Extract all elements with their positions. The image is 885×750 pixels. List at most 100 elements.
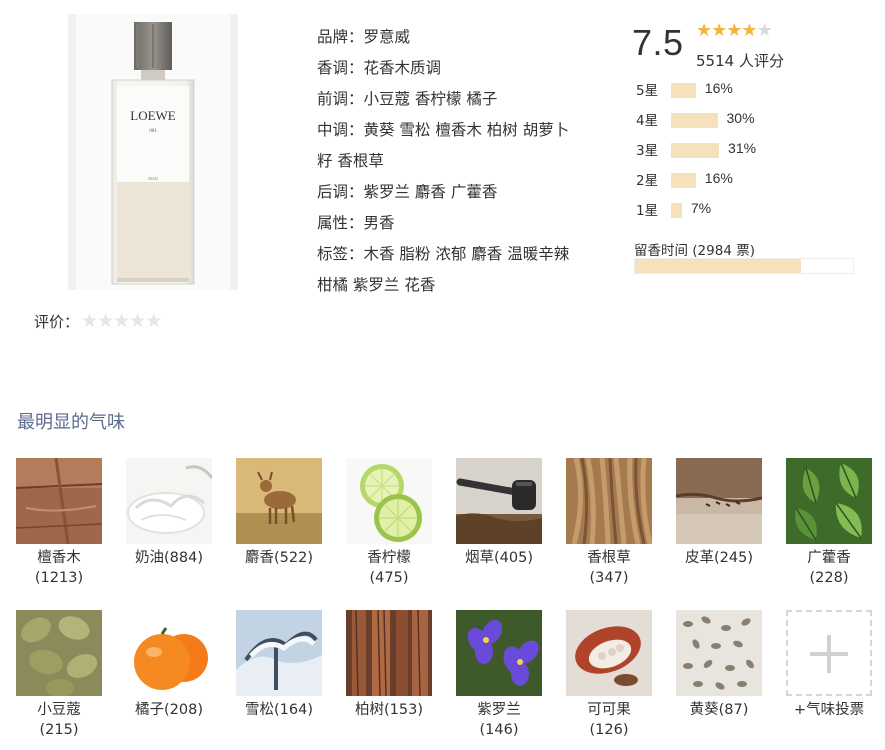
dist-label: 3星	[636, 143, 659, 159]
note-label[interactable]: 香柠檬 (475)	[345, 548, 433, 588]
dist-pct: 31%	[728, 140, 757, 156]
note-card-bergamot[interactable]: 香柠檬 (475)	[345, 458, 433, 588]
note-card-violet-flowers[interactable]: 紫罗兰 (146)	[455, 610, 543, 740]
note-card-sandalwood[interactable]: 檀香木 (1213)	[15, 458, 103, 588]
note-label[interactable]: 雪松(164)	[235, 700, 323, 720]
ambrette-seeds-image[interactable]	[676, 610, 762, 696]
attribute-base-notes[interactable]: 后调：紫罗兰 麝香 广藿香	[317, 177, 602, 208]
cypress-trunks-image[interactable]	[346, 610, 432, 696]
star-empty-icon: ★	[756, 20, 773, 41]
note-card-musk-deer[interactable]: 麝香(522)	[235, 458, 323, 568]
dist-label: 2星	[636, 173, 659, 189]
attribute-gender[interactable]: 属性：男香	[317, 208, 602, 239]
scent-vote-label[interactable]: +气味投票	[785, 700, 873, 720]
dist-bar	[671, 143, 720, 158]
star-icon[interactable]: ★	[113, 312, 130, 331]
cardamom-image[interactable]	[16, 610, 102, 696]
attribute-middle-notes-cont[interactable]: 籽 香根草	[317, 146, 602, 177]
star-icon[interactable]: ★	[97, 312, 114, 331]
attribute-tags-cont[interactable]: 柑橘 紫罗兰 花香	[317, 270, 602, 301]
note-label[interactable]: 柏树(153)	[345, 700, 433, 720]
tobacco-pipe-image[interactable]	[456, 458, 542, 544]
note-label[interactable]: 皮革(245)	[675, 548, 763, 568]
dist-bar	[671, 203, 682, 218]
rating-distribution: 5星 16% 4星 30% 3星 31% 2星 16% 1星 7%	[636, 78, 856, 228]
note-card-leather[interactable]: 皮革(245)	[675, 458, 763, 568]
note-name: 橘子(208)	[135, 702, 203, 718]
note-label[interactable]: 广藿香 (228)	[785, 548, 873, 588]
dist-pct: 30%	[726, 110, 755, 126]
dist-bar	[671, 173, 696, 188]
note-card-cream[interactable]: 奶油(884)	[125, 458, 213, 568]
product-image: LOEWE 001 MAN	[68, 14, 238, 290]
note-card-cedar-snow[interactable]: 雪松(164)	[235, 610, 323, 720]
note-label[interactable]: 小豆蔻 (215)	[15, 700, 103, 740]
bergamot-image[interactable]	[346, 458, 432, 544]
note-count: (347)	[589, 570, 629, 586]
score-value: 7.5	[632, 22, 684, 63]
note-name: 紫罗兰	[477, 702, 521, 718]
note-name: 麝香(522)	[245, 550, 313, 566]
cream-image[interactable]	[126, 458, 212, 544]
note-count: (215)	[39, 722, 79, 738]
perfume-bottle-icon: LOEWE 001 MAN	[111, 22, 195, 285]
note-label[interactable]: 可可果 (126)	[565, 700, 653, 740]
note-card-ambrette-seeds[interactable]: 黄葵(87)	[675, 610, 763, 720]
attribute-top-notes[interactable]: 前调：小豆蔻 香柠檬 橘子	[317, 84, 602, 115]
star-filled-icon: ★	[726, 20, 742, 41]
note-name: 香根草	[587, 550, 631, 566]
note-card-mandarin[interactable]: 橘子(208)	[125, 610, 213, 720]
vetiver-roots-image[interactable]	[566, 458, 652, 544]
cedar-snow-image[interactable]	[236, 610, 322, 696]
user-rating-stars[interactable]: ★ ★ ★ ★ ★	[81, 312, 162, 331]
note-name: 奶油(884)	[135, 550, 203, 566]
note-label[interactable]: 紫罗兰 (146)	[455, 700, 543, 740]
scent-vote-button[interactable]: +气味投票	[785, 610, 873, 720]
patchouli-leaves-image[interactable]	[786, 458, 872, 544]
note-name: 广藿香	[807, 550, 851, 566]
leather-image[interactable]	[676, 458, 762, 544]
note-label[interactable]: 檀香木 (1213)	[15, 548, 103, 588]
note-card-vetiver-roots[interactable]: 香根草 (347)	[565, 458, 653, 588]
dist-pct: 16%	[704, 170, 733, 186]
sandalwood-image[interactable]	[16, 458, 102, 544]
star-icon[interactable]: ★	[81, 312, 98, 331]
note-card-cardamom[interactable]: 小豆蔻 (215)	[15, 610, 103, 740]
note-card-cocoa-pod[interactable]: 可可果 (126)	[565, 610, 653, 740]
note-card-tobacco-pipe[interactable]: 烟草(405)	[455, 458, 543, 568]
dist-pct: 16%	[704, 80, 733, 96]
note-label[interactable]: 奶油(884)	[125, 548, 213, 568]
attribute-tags[interactable]: 标签：木香 脂粉 浓郁 麝香 温暖辛辣	[317, 239, 602, 270]
note-name: 雪松(164)	[245, 702, 313, 718]
note-count: (146)	[479, 722, 519, 738]
note-label[interactable]: 黄葵(87)	[675, 700, 763, 720]
mandarin-image[interactable]	[126, 610, 212, 696]
cocoa-pod-image[interactable]	[566, 610, 652, 696]
dist-bar	[671, 83, 696, 98]
note-label[interactable]: 麝香(522)	[235, 548, 323, 568]
note-count: (1213)	[34, 570, 84, 586]
note-name: 香柠檬	[367, 550, 411, 566]
star-filled-icon: ★	[741, 20, 757, 41]
musk-deer-image[interactable]	[236, 458, 322, 544]
svg-text:MAN: MAN	[148, 176, 157, 181]
note-label[interactable]: 香根草 (347)	[565, 548, 653, 588]
attribute-brand[interactable]: 品牌：罗意威	[317, 22, 602, 53]
dist-label: 5星	[636, 83, 659, 99]
dist-row: 4星 30%	[636, 108, 856, 138]
plus-icon[interactable]	[786, 610, 872, 696]
longevity-bar	[634, 258, 854, 274]
longevity-label: 留香时间 (2984 票)	[634, 243, 755, 259]
note-card-patchouli-leaves[interactable]: 广藿香 (228)	[785, 458, 873, 588]
section-title: 最明显的气味	[17, 412, 125, 433]
violet-flowers-image[interactable]	[456, 610, 542, 696]
note-label[interactable]: 烟草(405)	[455, 548, 543, 568]
note-label[interactable]: 橘子(208)	[125, 700, 213, 720]
star-filled-icon: ★	[711, 20, 727, 41]
note-card-cypress-trunks[interactable]: 柏树(153)	[345, 610, 433, 720]
attribute-middle-notes[interactable]: 中调：黄葵 雪松 檀香木 柏树 胡萝卜	[317, 115, 602, 146]
star-icon[interactable]: ★	[145, 312, 162, 331]
dist-row: 5星 16%	[636, 78, 856, 108]
star-icon[interactable]: ★	[129, 312, 146, 331]
attribute-accord[interactable]: 香调：花香木质调	[317, 53, 602, 84]
